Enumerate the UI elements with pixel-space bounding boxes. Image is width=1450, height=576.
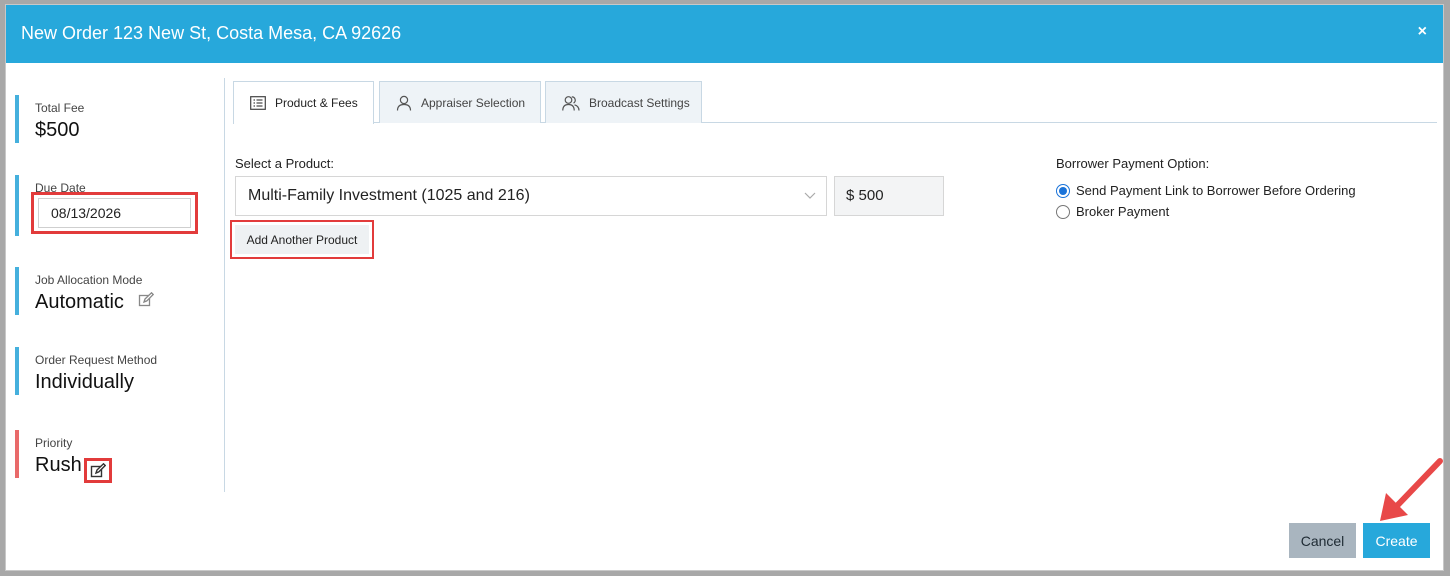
order-request-label: Order Request Method	[35, 353, 158, 367]
edit-icon[interactable]	[90, 462, 107, 484]
modal-title: New Order 123 New St, Costa Mesa, CA 926…	[21, 23, 402, 43]
person-icon	[396, 95, 412, 111]
tab-broadcast-settings[interactable]: Broadcast Settings	[545, 81, 702, 123]
priority-edit-highlight	[84, 458, 112, 483]
job-allocation-label: Job Allocation Mode	[35, 273, 143, 287]
select-product-label: Select a Product:	[235, 156, 334, 171]
due-date-highlight	[31, 192, 198, 234]
total-fee-block: Total Fee $500	[15, 95, 205, 143]
job-allocation-row: Automatic	[35, 291, 205, 314]
cancel-button[interactable]: Cancel	[1289, 523, 1356, 558]
job-allocation-value: Automatic	[35, 291, 124, 313]
tab-appraiser-selection[interactable]: Appraiser Selection	[379, 81, 541, 123]
new-order-modal: New Order 123 New St, Costa Mesa, CA 926…	[5, 4, 1444, 571]
payment-option-label: Send Payment Link to Borrower Before Ord…	[1076, 183, 1356, 198]
chevron-down-icon	[804, 192, 816, 199]
tab-label: Product & Fees	[275, 96, 358, 110]
tab-label: Broadcast Settings	[589, 95, 690, 110]
radio-button[interactable]	[1056, 204, 1070, 219]
add-another-product-button[interactable]: Add Another Product	[235, 225, 369, 254]
job-allocation-block: Job Allocation Mode Automatic	[15, 267, 205, 315]
total-fee-label: Total Fee	[35, 101, 85, 115]
product-price-field[interactable]: $ 500	[834, 176, 944, 216]
borrower-payment-title: Borrower Payment Option:	[1056, 156, 1210, 171]
order-request-value: Individually	[35, 371, 134, 393]
people-icon	[562, 95, 580, 111]
edit-icon[interactable]	[138, 291, 154, 314]
tab-label: Appraiser Selection	[421, 95, 526, 110]
close-button[interactable]: ×	[1418, 23, 1427, 41]
product-selected-value: Multi-Family Investment (1025 and 216)	[248, 187, 530, 204]
payment-option-send-link[interactable]: Send Payment Link to Borrower Before Ord…	[1056, 183, 1356, 198]
sidebar-divider	[224, 78, 225, 492]
payment-option-label: Broker Payment	[1076, 204, 1170, 219]
payment-option-broker[interactable]: Broker Payment	[1056, 204, 1169, 219]
priority-label: Priority	[35, 436, 73, 450]
order-request-block: Order Request Method Individually	[15, 347, 205, 395]
add-product-highlight: Add Another Product	[230, 220, 374, 259]
create-button[interactable]: Create	[1363, 523, 1430, 558]
product-select[interactable]: Multi-Family Investment (1025 and 216)	[235, 176, 827, 216]
list-icon	[250, 96, 266, 110]
radio-button[interactable]	[1056, 183, 1070, 198]
priority-value: Rush	[35, 454, 82, 476]
tab-product-fees[interactable]: Product & Fees	[233, 81, 374, 124]
modal-header: New Order 123 New St, Costa Mesa, CA 926…	[6, 5, 1443, 63]
due-date-input[interactable]	[38, 198, 191, 228]
total-fee-value: $500	[35, 119, 80, 141]
annotation-arrow-icon	[1380, 458, 1443, 521]
